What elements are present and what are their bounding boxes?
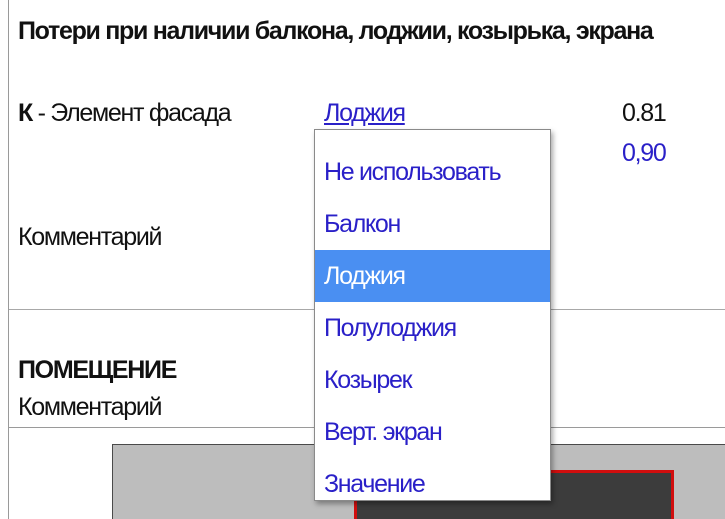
- dropdown-option-value[interactable]: Значение: [315, 458, 550, 510]
- dropdown-option-canopy[interactable]: Козырек: [315, 354, 550, 406]
- coefficient-alt-value[interactable]: 0,90: [622, 138, 667, 168]
- dropdown-option-none[interactable]: Не использовать: [315, 146, 550, 198]
- left-border: [8, 0, 9, 519]
- facade-element-row: К - Элемент фасада: [18, 98, 232, 128]
- parameter-separator: -: [31, 99, 51, 127]
- dropdown-options: Не использовать Балкон Лоджия Полулоджия…: [315, 146, 550, 510]
- room-comment-label: Комментарий: [18, 393, 162, 421]
- room-title: ПОМЕЩЕНИЕ: [18, 356, 177, 384]
- section-title: Потери при наличии балкона, лоджии, козы…: [18, 17, 654, 45]
- dropdown-option-balcony[interactable]: Балкон: [315, 198, 550, 250]
- dropdown-option-vertical-screen[interactable]: Верт. экран: [315, 406, 550, 458]
- dropdown-option-loggia[interactable]: Лоджия: [315, 250, 550, 302]
- facade-element-dropdown[interactable]: Не использовать Балкон Лоджия Полулоджия…: [314, 129, 551, 501]
- coefficient-value: 0.81: [622, 99, 667, 127]
- dropdown-option-semi-loggia[interactable]: Полулоджия: [315, 302, 550, 354]
- comment-label: Комментарий: [18, 223, 162, 251]
- parameter-key: К: [18, 99, 33, 127]
- page: Потери при наличии балкона, лоджии, козы…: [0, 0, 725, 519]
- facade-element-select[interactable]: Лоджия: [324, 98, 406, 128]
- parameter-label: Элемент фасада: [50, 99, 231, 127]
